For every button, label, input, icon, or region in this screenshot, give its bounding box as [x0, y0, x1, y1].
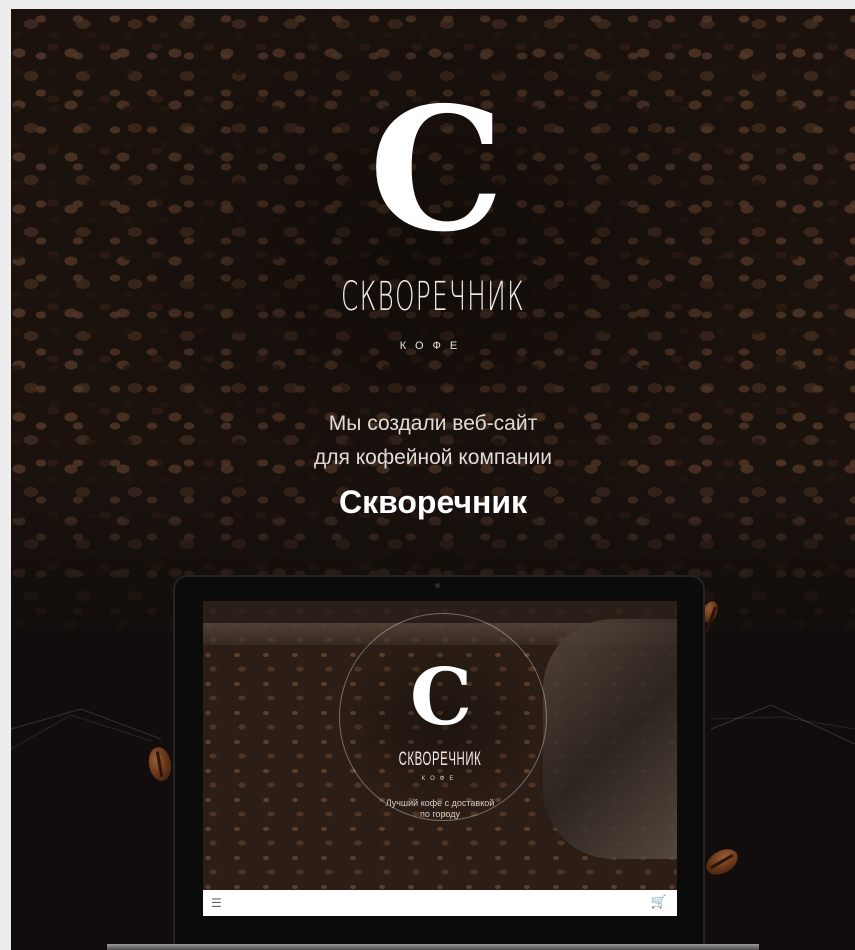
coffee-bean-right	[701, 843, 743, 881]
tagline-line-2: для кофейной компании	[314, 446, 552, 469]
laptop-mockup: C СКВОРЕЧНИК КОФЕ Лучший кофе с доставко…	[173, 575, 705, 950]
logo-letter: C	[369, 70, 505, 270]
brand-name: СКВОРЕЧНИК	[341, 274, 525, 320]
site-logo-letter: C	[409, 652, 473, 743]
menu-icon[interactable]: ☰	[211, 896, 222, 910]
hero: C СКВОРЕЧНИК КОФЕ Мы создали веб-сайт дл…	[11, 9, 855, 569]
site-brand-subtitle: КОФЕ	[421, 776, 459, 782]
website-preview: C СКВОРЕЧНИК КОФЕ Лучший кофе с доставко…	[203, 601, 677, 916]
promo-canvas: C СКВОРЕЧНИК КОФЕ Мы создали веб-сайт дл…	[11, 9, 855, 950]
site-navbar: ☰ 🛒	[203, 890, 677, 916]
brand-subtitle: КОФЕ	[399, 340, 467, 352]
cart-icon[interactable]: 🛒	[651, 895, 667, 909]
laptop-base	[107, 944, 759, 950]
site-brand-name: СКВОРЕЧНИК	[398, 749, 482, 770]
site-tagline: Лучший кофе с доставкой по городу	[353, 798, 527, 820]
tagline-line-1: Мы создали веб-сайт	[328, 412, 538, 435]
tagline-company-name: Скворечник	[338, 484, 528, 520]
coffee-roaster	[543, 619, 677, 859]
site-tagline-line-2: по городу	[419, 809, 461, 819]
laptop-camera	[435, 583, 440, 588]
site-tagline-line-1: Лучший кофе с доставкой	[385, 798, 495, 808]
